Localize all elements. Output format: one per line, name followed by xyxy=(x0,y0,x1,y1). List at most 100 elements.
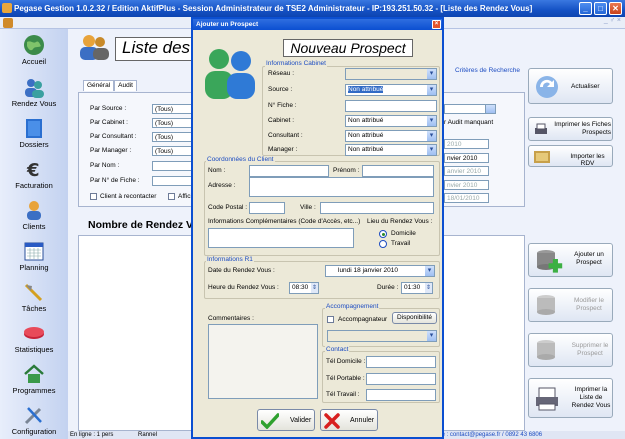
sidebar-label: Tâches xyxy=(21,304,47,313)
filter-manager-select[interactable]: (Tous) xyxy=(152,146,192,156)
date-field-1[interactable]: 2010 xyxy=(444,139,489,149)
heure-spinner[interactable]: 08:30 xyxy=(289,282,319,294)
print-prospects-label: Imprimer les Fiches Prospects xyxy=(554,121,611,136)
tel-domicile-label: Tél Domicile : xyxy=(326,358,366,365)
filter-cabinet-label: Par Cabinet : xyxy=(90,119,128,126)
sidebar-label: Configuration xyxy=(11,427,57,436)
sidebar-label: Planning xyxy=(19,263,49,272)
sidebar-item-taches[interactable]: Tâches xyxy=(0,281,68,313)
nom-label: Nom : xyxy=(208,167,226,174)
import-rdv-button[interactable]: Importer les RDV xyxy=(528,145,613,167)
source-select[interactable]: Non attribué xyxy=(345,84,437,96)
sidebar-item-facturation[interactable]: € Facturation xyxy=(0,158,68,190)
domicile-radio[interactable] xyxy=(379,230,387,238)
right-filter-select[interactable] xyxy=(444,104,496,114)
delete-prospect-label: Supprimer le Prospect xyxy=(571,342,609,357)
filter-nom-input[interactable] xyxy=(152,161,192,171)
source-label: Source : xyxy=(268,86,293,93)
tab-audit[interactable]: Audit xyxy=(114,80,137,91)
sidebar-label: Facturation xyxy=(15,181,53,190)
tasks-icon xyxy=(24,283,43,302)
nom-input[interactable] xyxy=(249,165,329,177)
printer-icon xyxy=(535,123,547,134)
r1-legend: Informations R1 xyxy=(206,256,254,263)
consultant-select[interactable]: Non attribué xyxy=(345,130,437,142)
sidebar-label: Rendez Vous xyxy=(11,99,57,108)
minimize-button[interactable]: _ xyxy=(579,2,592,15)
globe-icon xyxy=(24,35,44,55)
print-list-button[interactable]: Imprimer la Liste de Rendez Vous xyxy=(528,378,613,418)
sidebar-item-programmes[interactable]: Programmes xyxy=(0,363,68,395)
filter-consultant-select[interactable]: (Tous) xyxy=(152,132,192,142)
adresse-input[interactable] xyxy=(249,177,434,197)
affich-checkbox[interactable] xyxy=(168,193,175,200)
accompagnateur-select[interactable] xyxy=(327,330,437,342)
maximize-button[interactable]: □ xyxy=(594,2,607,15)
import-icon xyxy=(534,151,550,163)
users-header-icon xyxy=(80,35,109,60)
reseau-select[interactable] xyxy=(345,68,437,80)
sidebar-item-configuration[interactable]: Configuration xyxy=(0,404,68,436)
date-field-3[interactable]: anvier 2010 xyxy=(444,166,489,176)
refresh-button[interactable]: Actualiser xyxy=(528,68,613,104)
sidebar-label: Dossiers xyxy=(19,140,49,149)
heure-label: Heure du Rendez Vous : xyxy=(208,284,279,291)
delete-prospect-button[interactable]: Supprimer le Prospect xyxy=(528,333,613,367)
complement-label: Informations Complémentaires (Code d'Acc… xyxy=(208,218,361,225)
valider-button[interactable]: Valider xyxy=(257,409,315,431)
print-prospects-button[interactable]: Imprimer les Fiches Prospects xyxy=(528,117,613,141)
sidebar-item-clients[interactable]: Clients xyxy=(0,199,68,231)
disponibilite-button[interactable]: Disponibilité xyxy=(392,312,437,324)
sidebar-item-planning[interactable]: Planning xyxy=(0,240,68,272)
dialog-close-button[interactable]: × xyxy=(432,20,441,29)
tel-portable-input[interactable] xyxy=(366,373,436,385)
cabinet-select[interactable]: Non attribué xyxy=(345,115,437,127)
svg-text:€: € xyxy=(26,160,40,180)
complement-input[interactable] xyxy=(208,228,354,248)
status-online: En ligne : 1 pers xyxy=(70,432,114,438)
mdi-controls[interactable]: _ ♂ × xyxy=(604,17,621,24)
annuler-label: Annuler xyxy=(350,417,375,424)
ville-label: Ville : xyxy=(300,204,316,211)
annuler-button[interactable]: Annuler xyxy=(320,409,378,431)
date-field-2[interactable]: nvier 2010 xyxy=(444,153,489,163)
radio-dot xyxy=(381,232,385,236)
ville-input[interactable] xyxy=(320,202,434,214)
manager-select[interactable]: Non attribué xyxy=(345,144,437,156)
tel-travail-input[interactable] xyxy=(366,389,436,401)
tab-general[interactable]: Général xyxy=(83,80,115,91)
add-prospect-button[interactable]: Ajouter un Prospect xyxy=(528,243,613,277)
sidebar-item-dossiers[interactable]: Dossiers xyxy=(0,117,68,149)
prenom-input[interactable] xyxy=(362,165,434,177)
close-button[interactable]: ✕ xyxy=(609,2,622,15)
date-picker[interactable]: lundi 18 janvier 2010 xyxy=(325,265,435,277)
duree-spinner[interactable]: 01:30 xyxy=(401,282,433,294)
cp-input[interactable] xyxy=(249,202,285,214)
folder-icon xyxy=(26,119,42,138)
date-value: lundi 18 janvier 2010 xyxy=(338,267,398,274)
date-field-4[interactable]: nvier 2010 xyxy=(444,180,489,190)
commentaires-label: Commentaires : xyxy=(208,315,254,322)
recontact-checkbox[interactable] xyxy=(90,193,97,200)
commentaires-input[interactable] xyxy=(208,324,318,399)
filter-source-select[interactable]: (Tous) xyxy=(152,104,192,114)
tel-domicile-input[interactable] xyxy=(366,356,436,368)
edit-prospect-button[interactable]: Modifier le Prospect xyxy=(528,288,613,322)
travail-radio[interactable] xyxy=(379,240,387,248)
filter-cabinet-select[interactable]: (Tous) xyxy=(152,118,192,128)
accompagnateur-checkbox[interactable] xyxy=(327,316,334,323)
dialog-title: Ajouter un Prospect xyxy=(196,21,259,28)
sidebar-item-accueil[interactable]: Accueil xyxy=(0,34,68,66)
sidebar-item-statistiques[interactable]: Statistiques xyxy=(0,322,68,354)
filter-nom-label: Par Nom : xyxy=(90,162,120,169)
menu-app-icon[interactable] xyxy=(3,18,13,28)
recontact-label: Client à recontacter xyxy=(100,193,157,200)
criteria-link[interactable]: Critères de Recherche xyxy=(455,67,520,74)
filter-fiche-input[interactable] xyxy=(152,176,192,186)
sidebar-item-rendez-vous[interactable]: Rendez Vous xyxy=(0,76,68,108)
prospect-users-icon xyxy=(205,49,255,99)
date-field-5[interactable]: 18/01/2010 xyxy=(444,193,489,203)
date-label: Date du Rendez Vous : xyxy=(208,267,275,274)
fiche-input[interactable] xyxy=(345,100,437,112)
check-icon xyxy=(261,413,279,429)
